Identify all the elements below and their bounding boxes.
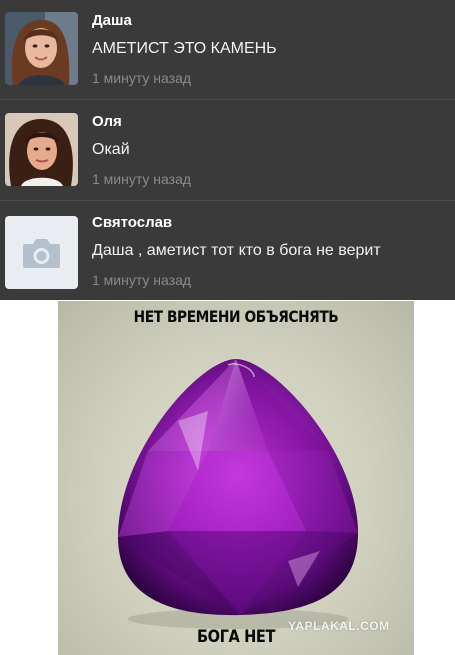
avatar-photo xyxy=(5,113,78,186)
comment-author[interactable]: Святослав xyxy=(92,214,172,231)
comment-text: Даша , аметист тот кто в бога не верит xyxy=(92,242,381,259)
watermark: YAPLAKAL.COM xyxy=(288,619,390,633)
divider xyxy=(0,99,455,100)
camera-icon xyxy=(5,216,78,289)
comment-author[interactable]: Оля xyxy=(92,113,122,130)
avatar[interactable] xyxy=(5,113,78,186)
comment-text: АМЕТИСТ ЭТО КАМЕНЬ xyxy=(92,40,277,57)
amethyst-gem-illustration xyxy=(118,359,358,629)
divider xyxy=(0,200,455,201)
comment-text: Окай xyxy=(92,141,130,158)
avatar[interactable] xyxy=(5,12,78,85)
meme-top-caption: НЕТ ВРЕМЕНИ ОБЪЯСНЯТЬ xyxy=(133,307,339,326)
comments-list: Даша АМЕТИСТ ЭТО КАМЕНЬ 1 минуту назад О… xyxy=(0,0,455,300)
comment-author[interactable]: Даша xyxy=(92,12,132,29)
comment-timestamp[interactable]: 1 минуту назад xyxy=(92,70,191,86)
comment-item: Оля Окай 1 минуту назад xyxy=(0,101,455,201)
avatar-photo xyxy=(5,12,78,85)
comment-item: Святослав Даша , аметист тот кто в бога … xyxy=(0,202,455,300)
avatar[interactable] xyxy=(5,216,78,289)
comment-timestamp[interactable]: 1 минуту назад xyxy=(92,171,191,187)
comment-timestamp[interactable]: 1 минуту назад xyxy=(92,272,191,288)
comment-item: Даша АМЕТИСТ ЭТО КАМЕНЬ 1 минуту назад xyxy=(0,0,455,100)
meme-image: НЕТ ВРЕМЕНИ ОБЪЯСНЯТЬ БОГА НЕТ YAPLAKAL.… xyxy=(58,301,414,655)
